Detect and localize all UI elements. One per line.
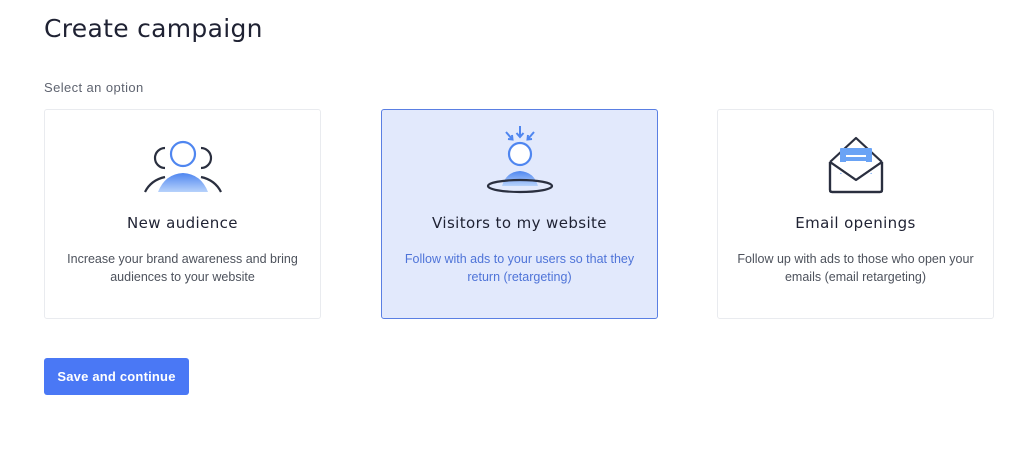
open-envelope-icon (808, 124, 904, 196)
option-card-new-audience[interactable]: New audience Increase your brand awarene… (44, 109, 321, 319)
option-title: Visitors to my website (432, 214, 607, 232)
audience-group-icon (135, 124, 231, 196)
create-campaign-page: Create campaign Select an option New aud… (0, 0, 1029, 449)
select-option-label: Select an option (44, 80, 144, 95)
page-title: Create campaign (44, 14, 263, 43)
save-and-continue-button[interactable]: Save and continue (44, 358, 189, 395)
option-title: Email openings (795, 214, 916, 232)
option-description: Follow up with ads to those who open you… (737, 252, 974, 284)
option-description: Increase your brand awareness and bring … (67, 252, 298, 284)
campaign-options: New audience Increase your brand awarene… (44, 109, 994, 319)
option-card-email-openings[interactable]: Email openings Follow up with ads to tho… (717, 109, 994, 319)
option-title: New audience (127, 214, 238, 232)
option-description: Follow with ads to your users so that th… (404, 252, 635, 284)
website-visitor-icon (472, 124, 568, 196)
option-card-website-visitors[interactable]: Visitors to my website Follow with ads t… (381, 109, 658, 319)
